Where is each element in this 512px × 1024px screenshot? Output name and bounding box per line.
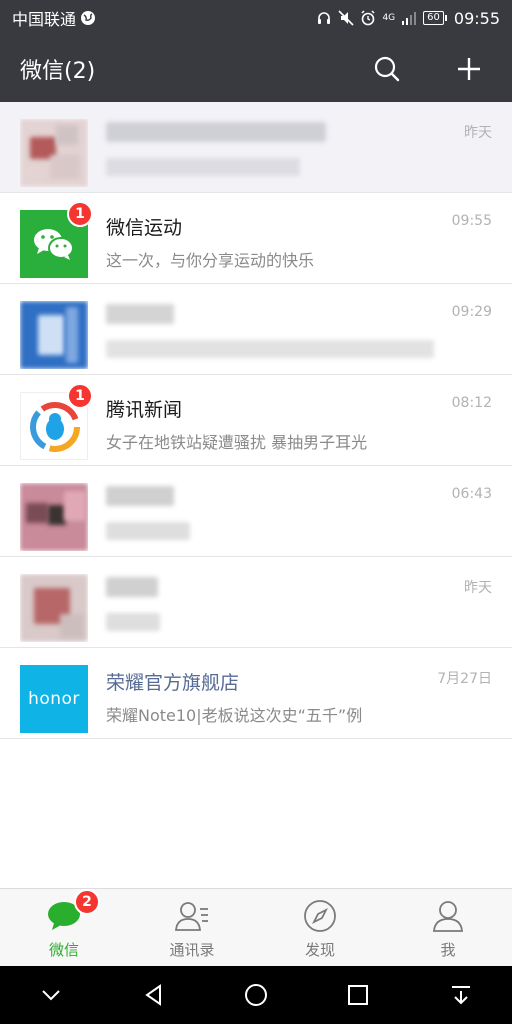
network-type: 4G — [382, 13, 396, 23]
chat-row[interactable]: 昨天 — [0, 557, 512, 648]
recents-icon[interactable] — [338, 975, 378, 1015]
carrier-name: 中国联通 — [12, 10, 77, 29]
redacted-name — [106, 304, 174, 324]
headset-icon — [316, 10, 332, 26]
chat-time: 7月27日 — [437, 671, 492, 687]
chat-preview: 荣耀Note10|老板说这次史“五千”例 — [106, 706, 363, 725]
chat-time: 09:29 — [451, 304, 492, 320]
chat-row[interactable]: 1 微信运动 这一次，与你分享运动的快乐 09:55 — [0, 193, 512, 284]
bottom-tab-bar: 2 微信 通讯录 发现 我 — [0, 888, 512, 966]
back-icon[interactable] — [134, 975, 174, 1015]
chat-row[interactable]: 1 腾讯新闻 女子在地铁站疑遭骚扰 暴抽男子耳光 08:12 — [0, 375, 512, 466]
battery-icon: 60 — [423, 11, 447, 25]
chat-list: 昨天 1 微信运动 这一次，与你分享运动的快乐 09:55 09:29 1 腾讯… — [0, 102, 512, 739]
honor-logo: honor — [28, 689, 80, 709]
redacted-preview — [106, 613, 160, 631]
unread-badge: 1 — [67, 201, 93, 227]
unread-badge: 1 — [67, 383, 93, 409]
signal-icon — [401, 10, 417, 26]
tab-label: 发现 — [304, 941, 335, 959]
search-icon[interactable] — [372, 54, 402, 84]
avatar — [20, 119, 88, 187]
chat-name: 微信运动 — [106, 217, 183, 239]
honor-store-avatar: honor — [20, 665, 88, 733]
app-header: 微信(2) — [0, 36, 512, 102]
system-nav-bar — [0, 966, 512, 1024]
chat-time: 昨天 — [464, 580, 492, 596]
plus-icon[interactable] — [454, 54, 484, 84]
tab-me[interactable]: 我 — [384, 889, 512, 966]
avatar — [20, 483, 88, 551]
notification-pull-icon[interactable] — [441, 975, 481, 1015]
chat-row[interactable]: 09:29 — [0, 284, 512, 375]
redacted-preview — [106, 340, 434, 358]
avatar — [20, 574, 88, 642]
globe-icon — [80, 10, 96, 26]
chat-preview: 女子在地铁站疑遭骚扰 暴抽男子耳光 — [106, 433, 368, 452]
chat-name: 腾讯新闻 — [106, 399, 183, 421]
compass-icon — [302, 899, 338, 933]
chat-time: 08:12 — [451, 395, 492, 411]
chat-row[interactable]: 06:43 — [0, 466, 512, 557]
redacted-name — [106, 122, 326, 142]
chat-row[interactable]: 昨天 — [0, 102, 512, 193]
chat-name: 荣耀官方旗舰店 — [106, 672, 240, 694]
person-icon — [430, 899, 466, 933]
alarm-icon — [360, 10, 376, 26]
collapse-icon[interactable] — [31, 975, 71, 1015]
redacted-preview — [106, 158, 300, 176]
tab-contacts[interactable]: 通讯录 — [128, 889, 256, 966]
avatar — [20, 301, 88, 369]
redacted-name — [106, 486, 174, 506]
redacted-preview — [106, 522, 190, 540]
chat-preview: 这一次，与你分享运动的快乐 — [106, 251, 315, 270]
tab-label: 通讯录 — [169, 941, 215, 959]
home-icon[interactable] — [236, 975, 276, 1015]
tab-chats[interactable]: 2 微信 — [0, 889, 128, 966]
status-bar: 中国联通 4G 60 09:55 — [0, 0, 512, 36]
carrier-info: 中国联通 — [12, 6, 96, 30]
tab-label: 我 — [440, 941, 456, 959]
page-title: 微信(2) — [20, 59, 96, 84]
tab-label: 微信 — [48, 941, 79, 959]
redacted-name — [106, 577, 158, 597]
unread-badge: 2 — [74, 889, 100, 915]
chat-row[interactable]: honor 荣耀官方旗舰店 荣耀Note10|老板说这次史“五千”例 7月27日 — [0, 648, 512, 739]
chat-time: 09:55 — [451, 213, 492, 229]
tab-discover[interactable]: 发现 — [256, 889, 384, 966]
chat-time: 06:43 — [451, 486, 492, 502]
status-time: 09:55 — [453, 8, 500, 28]
chat-time: 昨天 — [464, 125, 492, 141]
mute-icon — [338, 10, 355, 26]
contacts-icon — [174, 899, 210, 933]
